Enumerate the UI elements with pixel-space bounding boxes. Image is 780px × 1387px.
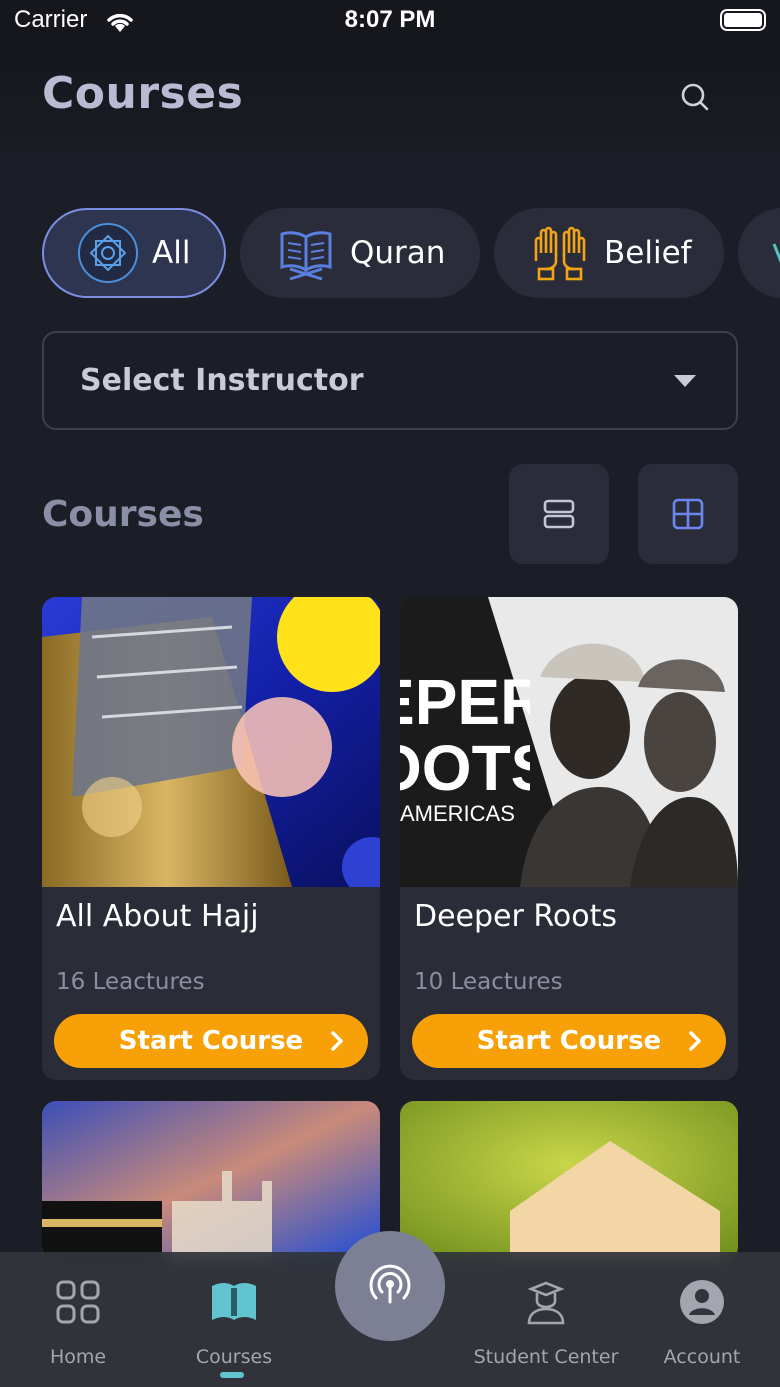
course-card-hajj[interactable]: All About Hajj 16 Leactures Start Course — [42, 597, 380, 1080]
chevron-right-icon — [331, 1031, 343, 1051]
nav-home[interactable]: Home — [0, 1252, 156, 1387]
list-view-icon — [543, 499, 575, 529]
nav-account[interactable]: Account — [624, 1252, 780, 1387]
course-card-kaaba[interactable] — [42, 1101, 380, 1261]
thumbnail-overlay-text: EPEROOTS AMERICAS — [400, 669, 530, 826]
live-broadcast-button[interactable] — [335, 1231, 445, 1341]
category-chip-quran[interactable]: Quran — [240, 208, 480, 298]
category-chips: All Quran Belief — [42, 208, 780, 300]
category-partial-icon — [772, 243, 780, 264]
course-thumbnail — [42, 597, 380, 887]
nav-label: Home — [49, 1346, 107, 1368]
category-chip-more[interactable] — [738, 208, 780, 298]
category-chip-label: Belief — [604, 235, 692, 271]
account-icon — [678, 1278, 726, 1326]
start-course-label: Start Course — [118, 1026, 304, 1056]
course-title: Deeper Roots — [414, 899, 617, 934]
course-thumbnail — [400, 1101, 738, 1261]
page-title: Courses — [42, 68, 244, 119]
instructor-select-label: Select Instructor — [80, 363, 364, 398]
list-view-button[interactable] — [509, 464, 609, 564]
category-chip-label: All — [152, 235, 191, 271]
course-thumbnail — [42, 1101, 380, 1261]
status-bar: Carrier 8:07 PM — [0, 0, 780, 44]
category-chip-label: Quran — [350, 235, 446, 271]
nav-label: Courses — [195, 1346, 273, 1368]
active-tab-indicator — [220, 1372, 244, 1378]
grid-view-button[interactable] — [638, 464, 738, 564]
clock: 8:07 PM — [344, 6, 436, 33]
caret-down-icon — [674, 375, 696, 387]
chevron-right-icon — [689, 1031, 701, 1051]
nav-label: Account — [663, 1346, 741, 1368]
battery-icon — [720, 9, 766, 31]
section-title: Courses — [42, 494, 204, 535]
course-title: All About Hajj — [56, 899, 259, 934]
course-card-home[interactable] — [400, 1101, 738, 1261]
student-icon — [522, 1278, 570, 1326]
category-chip-all[interactable]: All — [42, 208, 226, 298]
nav-student-center[interactable]: Student Center — [468, 1252, 624, 1387]
praying-hands-icon — [528, 221, 592, 285]
course-lecture-count: 10 Leactures — [414, 969, 563, 995]
all-grid-icon — [76, 221, 140, 285]
search-icon[interactable] — [672, 74, 718, 120]
course-lecture-count: 16 Leactures — [56, 969, 205, 995]
nav-courses[interactable]: Courses — [156, 1252, 312, 1387]
quran-book-icon — [274, 221, 338, 285]
start-course-button[interactable]: Start Course — [412, 1014, 726, 1068]
book-icon — [210, 1278, 258, 1326]
instructor-select[interactable]: Select Instructor — [42, 331, 738, 430]
broadcast-icon — [369, 1264, 411, 1304]
home-grid-icon — [54, 1278, 102, 1326]
app-header: Courses — [0, 44, 780, 150]
course-card-deeper-roots[interactable]: EPEROOTS AMERICAS Deeper Roots 10 Leactu… — [400, 597, 738, 1080]
nav-label: Student Center — [473, 1346, 619, 1368]
grid-view-icon — [672, 498, 704, 530]
start-course-label: Start Course — [476, 1026, 662, 1056]
start-course-button[interactable]: Start Course — [54, 1014, 368, 1068]
category-chip-belief[interactable]: Belief — [494, 208, 724, 298]
